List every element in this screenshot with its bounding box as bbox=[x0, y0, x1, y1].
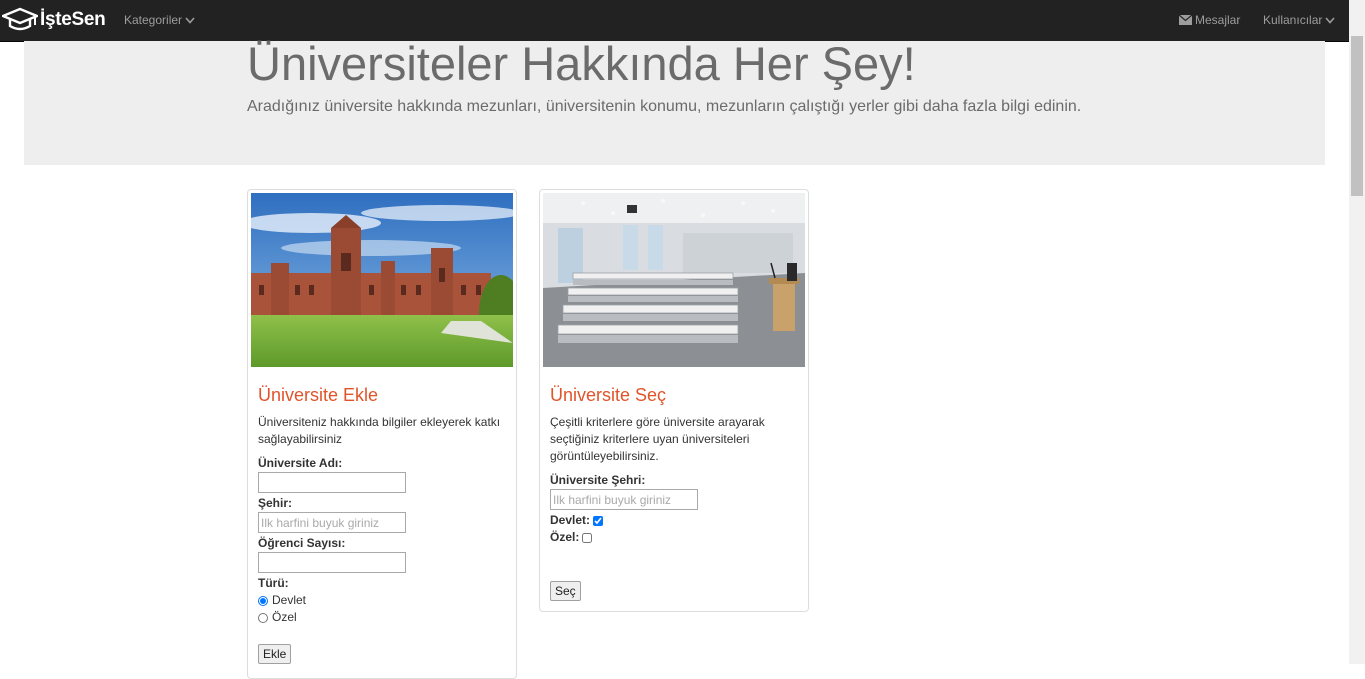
nav-kullanicilar-dropdown[interactable]: Kullanıcılar bbox=[1263, 13, 1335, 27]
university-name-label: Üniversite Adı: bbox=[258, 456, 343, 470]
brand-name: İşteSen bbox=[40, 9, 106, 30]
university-city-label: Üniversite Şehri: bbox=[550, 473, 646, 487]
add-university-title: Üniversite Ekle bbox=[258, 385, 379, 405]
nav-kullanicilar-label: Kullanıcılar bbox=[1263, 13, 1323, 27]
ozel-filter: Özel: bbox=[550, 529, 798, 546]
graduation-cap-icon bbox=[2, 7, 38, 31]
select-button[interactable]: Seç bbox=[550, 581, 581, 601]
university-city-input[interactable] bbox=[550, 489, 698, 510]
top-navbar: İşteSen Kategoriler Mesajlar Kullanıcıla… bbox=[0, 0, 1349, 42]
select-university-caption: Üniversite Seç Çeşitli kriterlere göre ü… bbox=[550, 385, 798, 601]
type-option-ozel: Özel bbox=[258, 609, 506, 626]
devlet-filter-label: Devlet: bbox=[550, 513, 591, 527]
add-button[interactable]: Ekle bbox=[258, 644, 292, 664]
city-label: Şehir: bbox=[258, 496, 293, 510]
university-building-image bbox=[251, 193, 513, 367]
select-university-title: Üniversite Seç bbox=[550, 385, 667, 405]
type-devlet-label: Devlet bbox=[272, 593, 307, 607]
type-ozel-radio[interactable] bbox=[258, 612, 268, 623]
university-name-input[interactable] bbox=[258, 472, 406, 493]
page-subtitle: Aradığınız üniversite hakkında mezunları… bbox=[247, 98, 1082, 115]
lecture-hall-image bbox=[543, 193, 805, 367]
nav-mesajlar-label: Mesajlar bbox=[1195, 13, 1241, 27]
chevron-down-icon bbox=[1325, 16, 1335, 24]
ozel-filter-label: Özel: bbox=[550, 530, 580, 544]
select-university-card: Üniversite Seç Çeşitli kriterlere göre ü… bbox=[539, 189, 809, 612]
add-university-card: Üniversite Ekle Üniversiteniz hakkında b… bbox=[247, 189, 517, 679]
nav-kategoriler-dropdown[interactable]: Kategoriler bbox=[124, 13, 195, 27]
student-count-input[interactable] bbox=[258, 552, 406, 573]
page-scrollbar[interactable] bbox=[1349, 0, 1365, 664]
devlet-checkbox[interactable] bbox=[593, 515, 604, 526]
type-ozel-label: Özel bbox=[272, 610, 297, 624]
chevron-down-icon bbox=[185, 16, 195, 24]
devlet-filter: Devlet: bbox=[550, 512, 798, 529]
scrollbar-thumb[interactable] bbox=[1351, 36, 1363, 196]
add-university-caption: Üniversite Ekle Üniversiteniz hakkında b… bbox=[258, 385, 506, 664]
type-option-devlet: Devlet bbox=[258, 592, 506, 609]
ozel-checkbox[interactable] bbox=[582, 532, 593, 543]
type-label: Türü: bbox=[258, 576, 289, 590]
envelope-icon bbox=[1179, 15, 1192, 25]
type-devlet-radio[interactable] bbox=[258, 595, 268, 606]
page-title: Üniversiteler Hakkında Her Şey! bbox=[247, 37, 916, 90]
student-count-label: Öğrenci Sayısı: bbox=[258, 536, 346, 550]
select-university-description: Çeşitli kriterlere göre üniversite araya… bbox=[550, 415, 765, 463]
city-input[interactable] bbox=[258, 512, 406, 533]
add-university-description: Üniversiteniz hakkında bilgiler ekleyere… bbox=[258, 415, 501, 446]
nav-mesajlar-link[interactable]: Mesajlar bbox=[1179, 13, 1240, 27]
brand-logo[interactable]: İşteSen bbox=[2, 6, 106, 34]
nav-kategoriler-label: Kategoriler bbox=[124, 13, 183, 27]
